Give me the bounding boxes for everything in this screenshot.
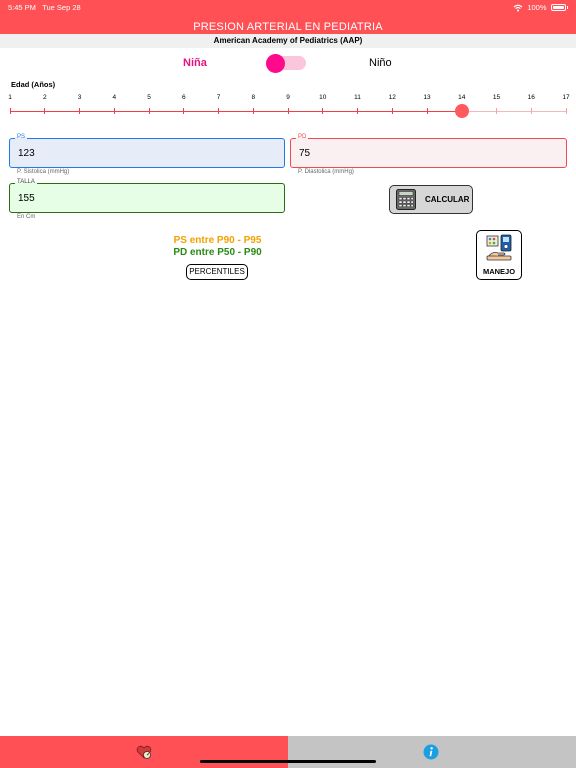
age-tick-label: 6 [181,94,186,101]
tab-info[interactable] [288,736,576,768]
age-tick-mark [530,108,532,114]
gender-switch-knob[interactable] [266,54,285,73]
age-tick-mark [218,108,219,114]
age-tick-mark [79,108,80,114]
age-tick-label: 5 [147,94,151,101]
calcular-label: CALCULAR [425,195,470,204]
percentiles-button[interactable]: PERCENTILES [186,264,248,280]
age-tick-label: 2 [42,94,47,101]
age-tick-mark [322,108,324,114]
manejo-button[interactable]: MANEJO [476,230,522,280]
age-tick-label: 4 [112,94,117,101]
pd-legend: PD [296,134,309,140]
calculator-icon [396,189,416,210]
ps-value[interactable]: 123 [18,148,35,159]
ps-legend: PS [15,134,28,140]
age-tick-mark [183,108,185,114]
home-indicator [200,760,376,763]
heart-pressure-icon [136,745,152,759]
status-indicators: 100% [513,3,568,12]
battery-percent: 100% [527,3,547,12]
age-tick-label: 17 [562,94,570,101]
battery-tip [566,6,568,9]
talla-input[interactable]: TALLA 155 En Cm [9,179,285,220]
treatment-icon [486,234,512,261]
age-tick-label: 10 [319,94,327,101]
gender-male-label[interactable]: Niño [369,57,392,69]
pd-input[interactable]: PD 75 P. Diastolica (mmHg) [290,134,567,175]
age-tick-label: 12 [388,94,396,101]
age-slider-track-active[interactable] [10,110,462,112]
age-tick-mark [426,108,428,114]
age-tick-mark [113,108,115,114]
app-title: PRESION ARTERIAL EN PEDIATRIA [193,21,383,33]
age-tick-mark [357,108,358,114]
talla-value[interactable]: 155 [18,193,35,204]
manejo-label: MANEJO [482,267,516,276]
age-tick-mark [496,108,497,114]
age-tick-label: 9 [286,94,290,101]
age-tick-mark [287,108,289,114]
age-label: Edad (Años) [11,80,56,89]
ps-result-text: PS entre P90 - P95 [173,235,262,246]
age-tick-mark [252,108,254,114]
age-tick-label: 1 [8,94,12,101]
ps-helper: P. Sistolica (mmHg) [17,169,70,175]
age-tick-mark [391,108,393,114]
age-tick-label: 11 [354,94,361,101]
age-slider-track-inactive[interactable] [461,110,566,112]
age-tick-mark [148,108,150,114]
age-tick-label: 3 [77,94,82,101]
pd-value[interactable]: 75 [299,148,310,159]
ps-input[interactable]: PS 123 P. Sistolica (mmHg) [9,134,285,175]
calcular-button[interactable]: CALCULAR [389,185,473,214]
talla-legend: TALLA [15,179,37,185]
age-tick-mark [44,108,46,114]
info-icon [423,744,439,760]
pd-helper: P. Diastolica (mmHg) [298,169,354,175]
wifi-icon [513,4,523,11]
age-tick-label: 15 [492,94,501,101]
talla-helper: En Cm [17,214,36,220]
age-tick-label: 16 [527,94,535,101]
age-tick-label: 8 [251,94,256,101]
age-tick-mark [9,108,11,114]
tab-calculator[interactable] [0,736,288,768]
age-tick-label: 13 [423,94,431,101]
status-date: Tue Sep 28 [42,3,81,12]
age-tick-label: 7 [216,94,221,101]
age-tick-mark [565,108,567,114]
status-time: 5:45 PM Tue Sep 28 [8,3,81,12]
status-clock: 5:45 PM [8,3,36,12]
gender-female-label[interactable]: Niña [183,57,207,69]
pd-result-text: PD entre P50 - P90 [173,247,262,258]
age-slider-thumb[interactable] [454,104,469,118]
app-subtitle: American Academy of Pediatrics (AAP) [213,35,363,45]
age-tick-label: 14 [458,94,466,101]
battery-icon [550,4,566,11]
